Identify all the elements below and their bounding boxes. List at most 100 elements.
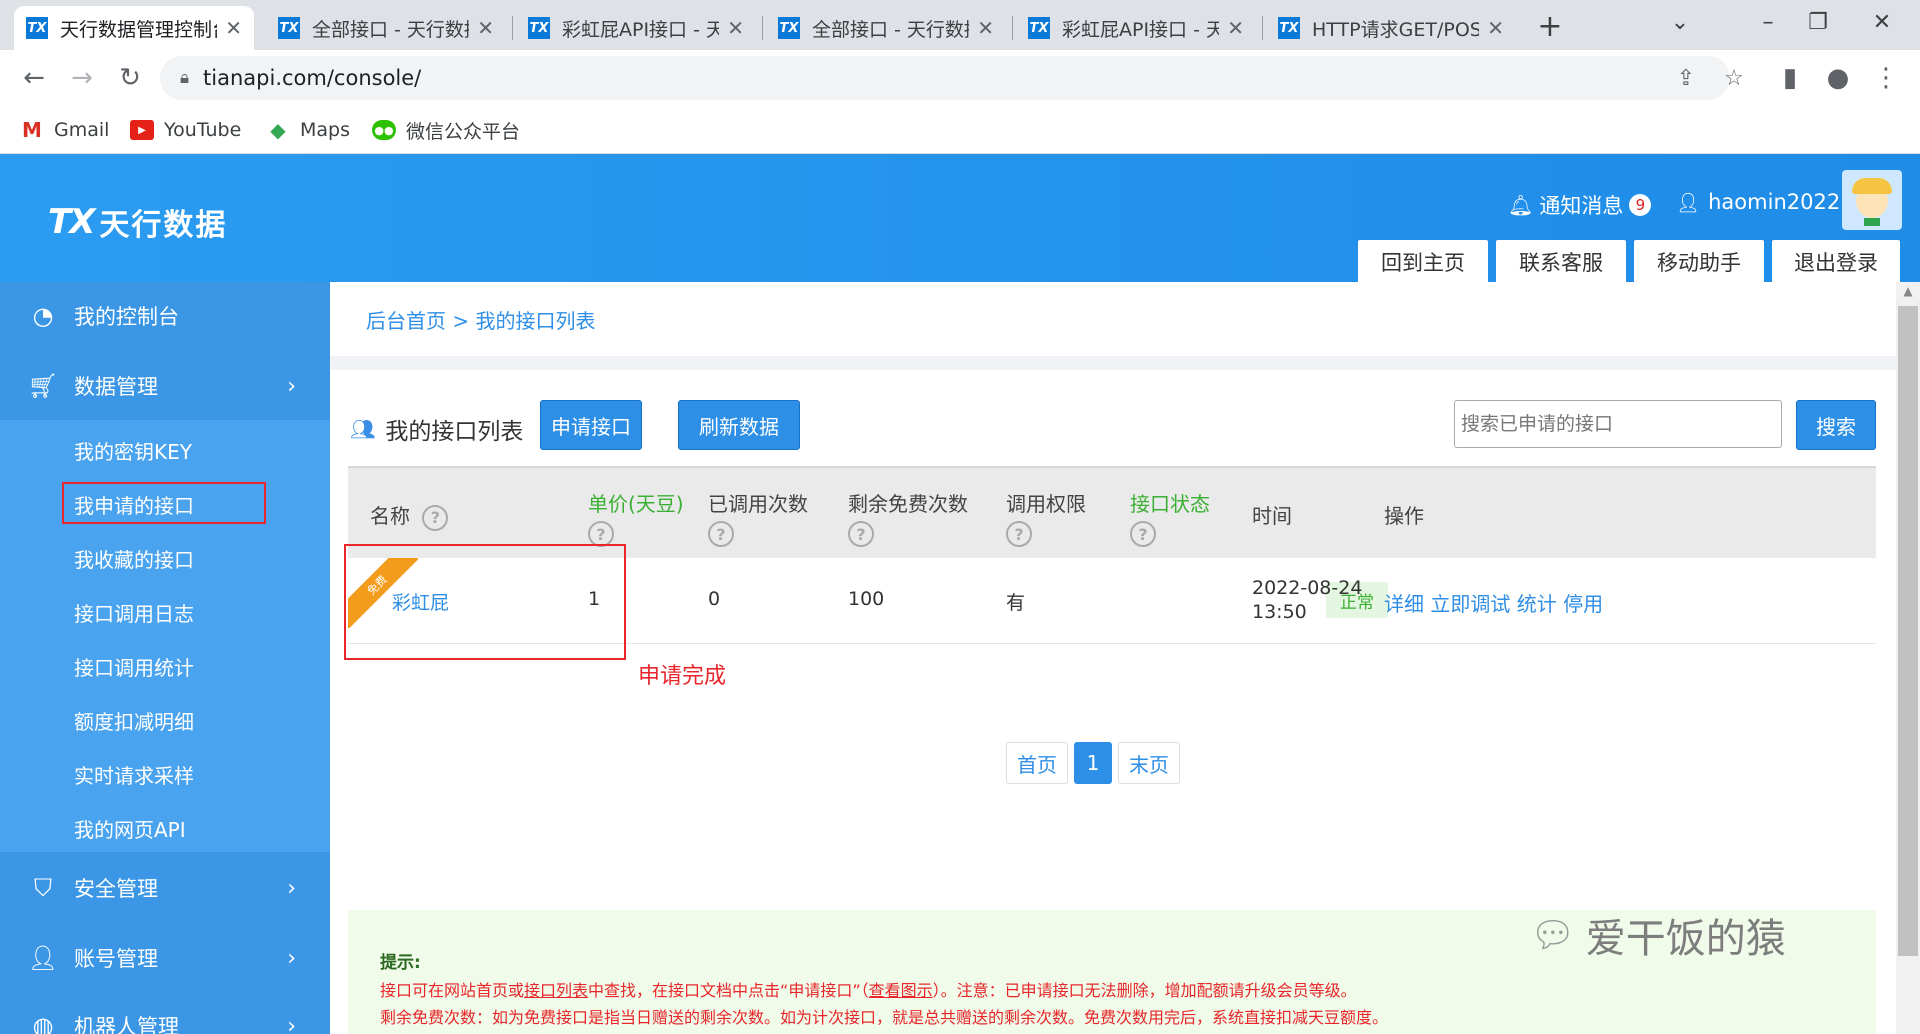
site-logo[interactable]: TX 天行数据: [48, 200, 227, 244]
logout-button[interactable]: 退出登录: [1772, 240, 1900, 284]
help-icon[interactable]: ?: [848, 521, 874, 547]
username: haomin2022: [1708, 190, 1841, 214]
bookmark-youtube[interactable]: ▶ YouTube: [130, 116, 241, 144]
tab-title: 全部接口 - 天行数据: [312, 18, 470, 41]
sidebar-subitem-request-sampling[interactable]: 实时请求采样: [74, 754, 194, 794]
sidebar-subitem-web-api[interactable]: 我的网页API: [74, 808, 186, 848]
shield-icon: ⛉: [34, 874, 52, 902]
home-button[interactable]: 回到主页: [1358, 240, 1488, 284]
page-number-button[interactable]: 1: [1074, 742, 1112, 784]
apply-api-button[interactable]: 申请接口: [540, 400, 642, 450]
logo-mark: TX: [48, 202, 95, 242]
close-tab-icon[interactable]: ✕: [1487, 16, 1504, 40]
help-icon[interactable]: ?: [422, 504, 449, 531]
restore-icon[interactable]: ❐: [1790, 0, 1846, 44]
sidebar-subitem-quota-details[interactable]: 额度扣减明细: [74, 700, 194, 740]
profile-icon[interactable]: ●: [1818, 58, 1858, 98]
col-header-called: 已调用次数 ?: [708, 488, 808, 547]
side-panel-icon[interactable]: ▮: [1770, 58, 1810, 98]
time-value: 2022-08-24 13:50: [1252, 577, 1363, 623]
sidebar-item-console[interactable]: ◔ 我的控制台: [0, 282, 330, 350]
user-icon: 👤︎: [1676, 191, 1701, 214]
browser-tab-strip: TX 天行数据管理控制台 ✕ TX 全部接口 - 天行数据 ✕ TX 彩虹屁AP…: [0, 0, 1920, 50]
close-tab-icon[interactable]: ✕: [477, 16, 494, 40]
breadcrumb[interactable]: 后台首页 > 我的接口列表: [330, 282, 1896, 356]
user-menu[interactable]: 👤︎ haomin2022: [1676, 190, 1840, 214]
close-tab-icon[interactable]: ✕: [977, 16, 994, 40]
close-tab-icon[interactable]: ✕: [225, 16, 242, 40]
help-icon[interactable]: ?: [1130, 521, 1156, 547]
sidebar-item-account[interactable]: 👤︎ 账号管理 ›: [0, 924, 330, 992]
bell-icon: 🔔︎: [1508, 193, 1534, 217]
sidebar-subitem-favorite-apis[interactable]: 我收藏的接口: [74, 538, 194, 578]
address-url: tianapi.com/console/: [203, 66, 422, 90]
bookmark-gmail[interactable]: M Gmail: [20, 116, 109, 144]
wechat-icon: 💬︎: [1530, 915, 1576, 956]
mobile-assistant-button[interactable]: 移动助手: [1634, 240, 1764, 284]
sidebar-subitem-call-stats[interactable]: 接口调用统计: [74, 646, 194, 686]
tab-title: 天行数据管理控制台: [60, 18, 218, 41]
bookmark-wechat[interactable]: ●● 微信公众平台: [372, 116, 520, 144]
called-count: 0: [708, 588, 721, 610]
browser-tab-all-apis[interactable]: TX 全部接口 - 天行数据 ✕: [266, 6, 506, 50]
close-tab-icon[interactable]: ✕: [1227, 16, 1244, 40]
help-icon[interactable]: ?: [708, 521, 734, 547]
col-header-actions: 操作: [1384, 504, 1424, 528]
sidebar-item-label: 我的控制台: [74, 305, 179, 329]
detail-link[interactable]: 详细: [1384, 592, 1424, 616]
browser-tab-console[interactable]: TX 天行数据管理控制台 ✕: [14, 6, 254, 50]
robot-icon: ◍: [32, 1012, 54, 1034]
tab-divider: [1012, 16, 1013, 40]
menu-icon[interactable]: ⋮: [1866, 58, 1906, 98]
actions-cell: 详细 立即调试 统计 停用: [1384, 588, 1603, 617]
api-list-link[interactable]: 接口列表: [524, 981, 588, 1000]
close-window-icon[interactable]: ✕: [1854, 0, 1910, 44]
search-button[interactable]: 搜索: [1796, 400, 1876, 450]
reload-icon[interactable]: ↻: [110, 58, 150, 98]
view-diagram-link[interactable]: 查看图示: [869, 981, 933, 1000]
scroll-up-arrow-icon[interactable]: ▲: [1900, 284, 1916, 302]
wechat-icon: ●●: [372, 120, 396, 140]
avatar[interactable]: [1842, 170, 1902, 230]
contact-support-button[interactable]: 联系客服: [1496, 240, 1626, 284]
permission-value: 有: [1006, 592, 1026, 614]
help-icon[interactable]: ?: [1006, 521, 1032, 547]
page-title: 👥︎ 我的接口列表: [350, 412, 523, 446]
back-icon[interactable]: ←: [14, 58, 54, 98]
star-icon[interactable]: ☆: [1718, 62, 1750, 94]
tianapi-favicon-icon: TX: [528, 17, 550, 39]
browser-tab-rainbow-api[interactable]: TX 彩虹屁API接口 - 天 ✕: [516, 6, 756, 50]
browser-tab-all-apis-2[interactable]: TX 全部接口 - 天行数据 ✕: [766, 6, 1006, 50]
minimize-icon[interactable]: –: [1740, 0, 1796, 44]
bookmark-label: Gmail: [54, 119, 110, 141]
last-page-button[interactable]: 末页: [1118, 742, 1180, 784]
browser-tab-http-request[interactable]: TX HTTP请求GET/POST ✕: [1266, 6, 1516, 50]
refresh-data-button[interactable]: 刷新数据: [678, 400, 800, 450]
col-header-permission: 调用权限 ?: [1006, 488, 1086, 547]
sidebar-item-security[interactable]: ⛉ 安全管理 ›: [0, 854, 330, 922]
sidebar-subitem-call-logs[interactable]: 接口调用日志: [74, 592, 194, 632]
col-header-price: 单价(天豆) ?: [588, 488, 684, 547]
stats-link[interactable]: 统计: [1517, 592, 1557, 616]
address-bar[interactable]: 🔒︎ tianapi.com/console/ ⇪ ☆: [160, 56, 1744, 100]
bookmark-maps[interactable]: ◆ Maps: [266, 116, 350, 144]
bookmark-label: Maps: [300, 119, 350, 141]
share-icon[interactable]: ⇪: [1670, 62, 1702, 94]
notifications-label: 通知消息: [1539, 194, 1624, 218]
search-input[interactable]: [1454, 400, 1782, 448]
bookmark-label: 微信公众平台: [406, 120, 521, 143]
browser-tab-rainbow-api-2[interactable]: TX 彩虹屁API接口 - 天 ✕: [1016, 6, 1256, 50]
sidebar-item-robot[interactable]: ◍ 机器人管理 ›: [0, 992, 330, 1034]
tab-search-icon[interactable]: ⌄: [1652, 0, 1708, 44]
address-toolbar: ← → ↻ 🔒︎ tianapi.com/console/ ⇪ ☆ ▮ ● ⋮: [0, 50, 1920, 106]
scrollbar-thumb[interactable]: [1898, 306, 1918, 956]
notifications-link[interactable]: 🔔︎ 通知消息 9: [1508, 190, 1652, 220]
sidebar-subitem-keys[interactable]: 我的密钥KEY: [74, 430, 192, 470]
debug-link[interactable]: 立即调试: [1430, 592, 1510, 616]
disable-link[interactable]: 停用: [1563, 592, 1603, 616]
new-tab-button[interactable]: +: [1528, 6, 1572, 46]
forward-icon[interactable]: →: [62, 58, 102, 98]
first-page-button[interactable]: 首页: [1006, 742, 1068, 784]
sidebar-item-data-management[interactable]: 🛒︎ 数据管理 ›: [0, 352, 330, 420]
close-tab-icon[interactable]: ✕: [727, 16, 744, 40]
